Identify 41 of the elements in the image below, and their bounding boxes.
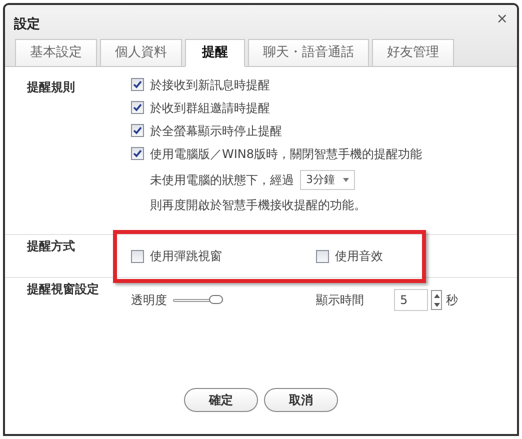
tab[interactable]: 好友管理: [372, 39, 454, 67]
tab[interactable]: 提醒: [185, 39, 245, 67]
tab[interactable]: 個人資料: [100, 39, 182, 67]
option-label: 使用彈跳視窗: [150, 248, 222, 265]
dialog-button[interactable]: 取消: [264, 388, 338, 412]
idle-text: 則再度開啟於智慧手機接收提醒的功能。: [149, 197, 367, 214]
section-label: 提醒方式: [27, 238, 76, 255]
section-label: 提醒規則: [27, 79, 76, 96]
idle-text: 未使用電腦的狀態下，經過: [150, 172, 294, 189]
checkbox[interactable]: [131, 250, 144, 262]
option-label: 於全螢幕顯示時停止提醒: [150, 122, 282, 140]
option-label: 使用電腦版／WIN8版時，關閉智慧手機的提醒功能: [150, 146, 422, 162]
check-icon: [133, 149, 142, 158]
dialog-button[interactable]: 確定: [184, 388, 258, 412]
check-icon: [133, 80, 142, 89]
checkbox[interactable]: [131, 101, 144, 114]
tab[interactable]: 聊天・語音通話: [248, 39, 369, 67]
duration-field[interactable]: 5: [394, 289, 428, 311]
down-arrow-icon: [434, 302, 440, 306]
opacity-label: 透明度: [131, 292, 167, 309]
duration-label: 顯示時間: [316, 292, 365, 309]
tab[interactable]: 基本設定: [15, 39, 97, 67]
check-icon: [133, 126, 142, 135]
check-icon: [133, 103, 142, 112]
option-label: 於收到群組邀請時提醒: [150, 100, 270, 116]
opacity-slider[interactable]: [173, 295, 223, 305]
checkbox[interactable]: [131, 124, 144, 137]
close-button[interactable]: ×: [496, 12, 508, 26]
option-label: 於接收到新訊息時提醒: [150, 76, 270, 94]
checkbox[interactable]: [131, 147, 144, 160]
spinner-buttons[interactable]: [431, 290, 442, 310]
option-label: 使用音效: [335, 248, 383, 265]
up-arrow-icon: [434, 294, 440, 298]
window-title: 設定: [14, 16, 40, 34]
checkbox[interactable]: [131, 78, 144, 91]
seconds-unit: 秒: [446, 292, 458, 309]
caret-icon: [343, 178, 349, 182]
section-label: 提醒視窗設定: [27, 281, 100, 298]
checkbox[interactable]: [316, 250, 329, 262]
minutes-dropdown[interactable]: 3分鐘: [300, 170, 355, 190]
slider-thumb[interactable]: [209, 295, 223, 304]
